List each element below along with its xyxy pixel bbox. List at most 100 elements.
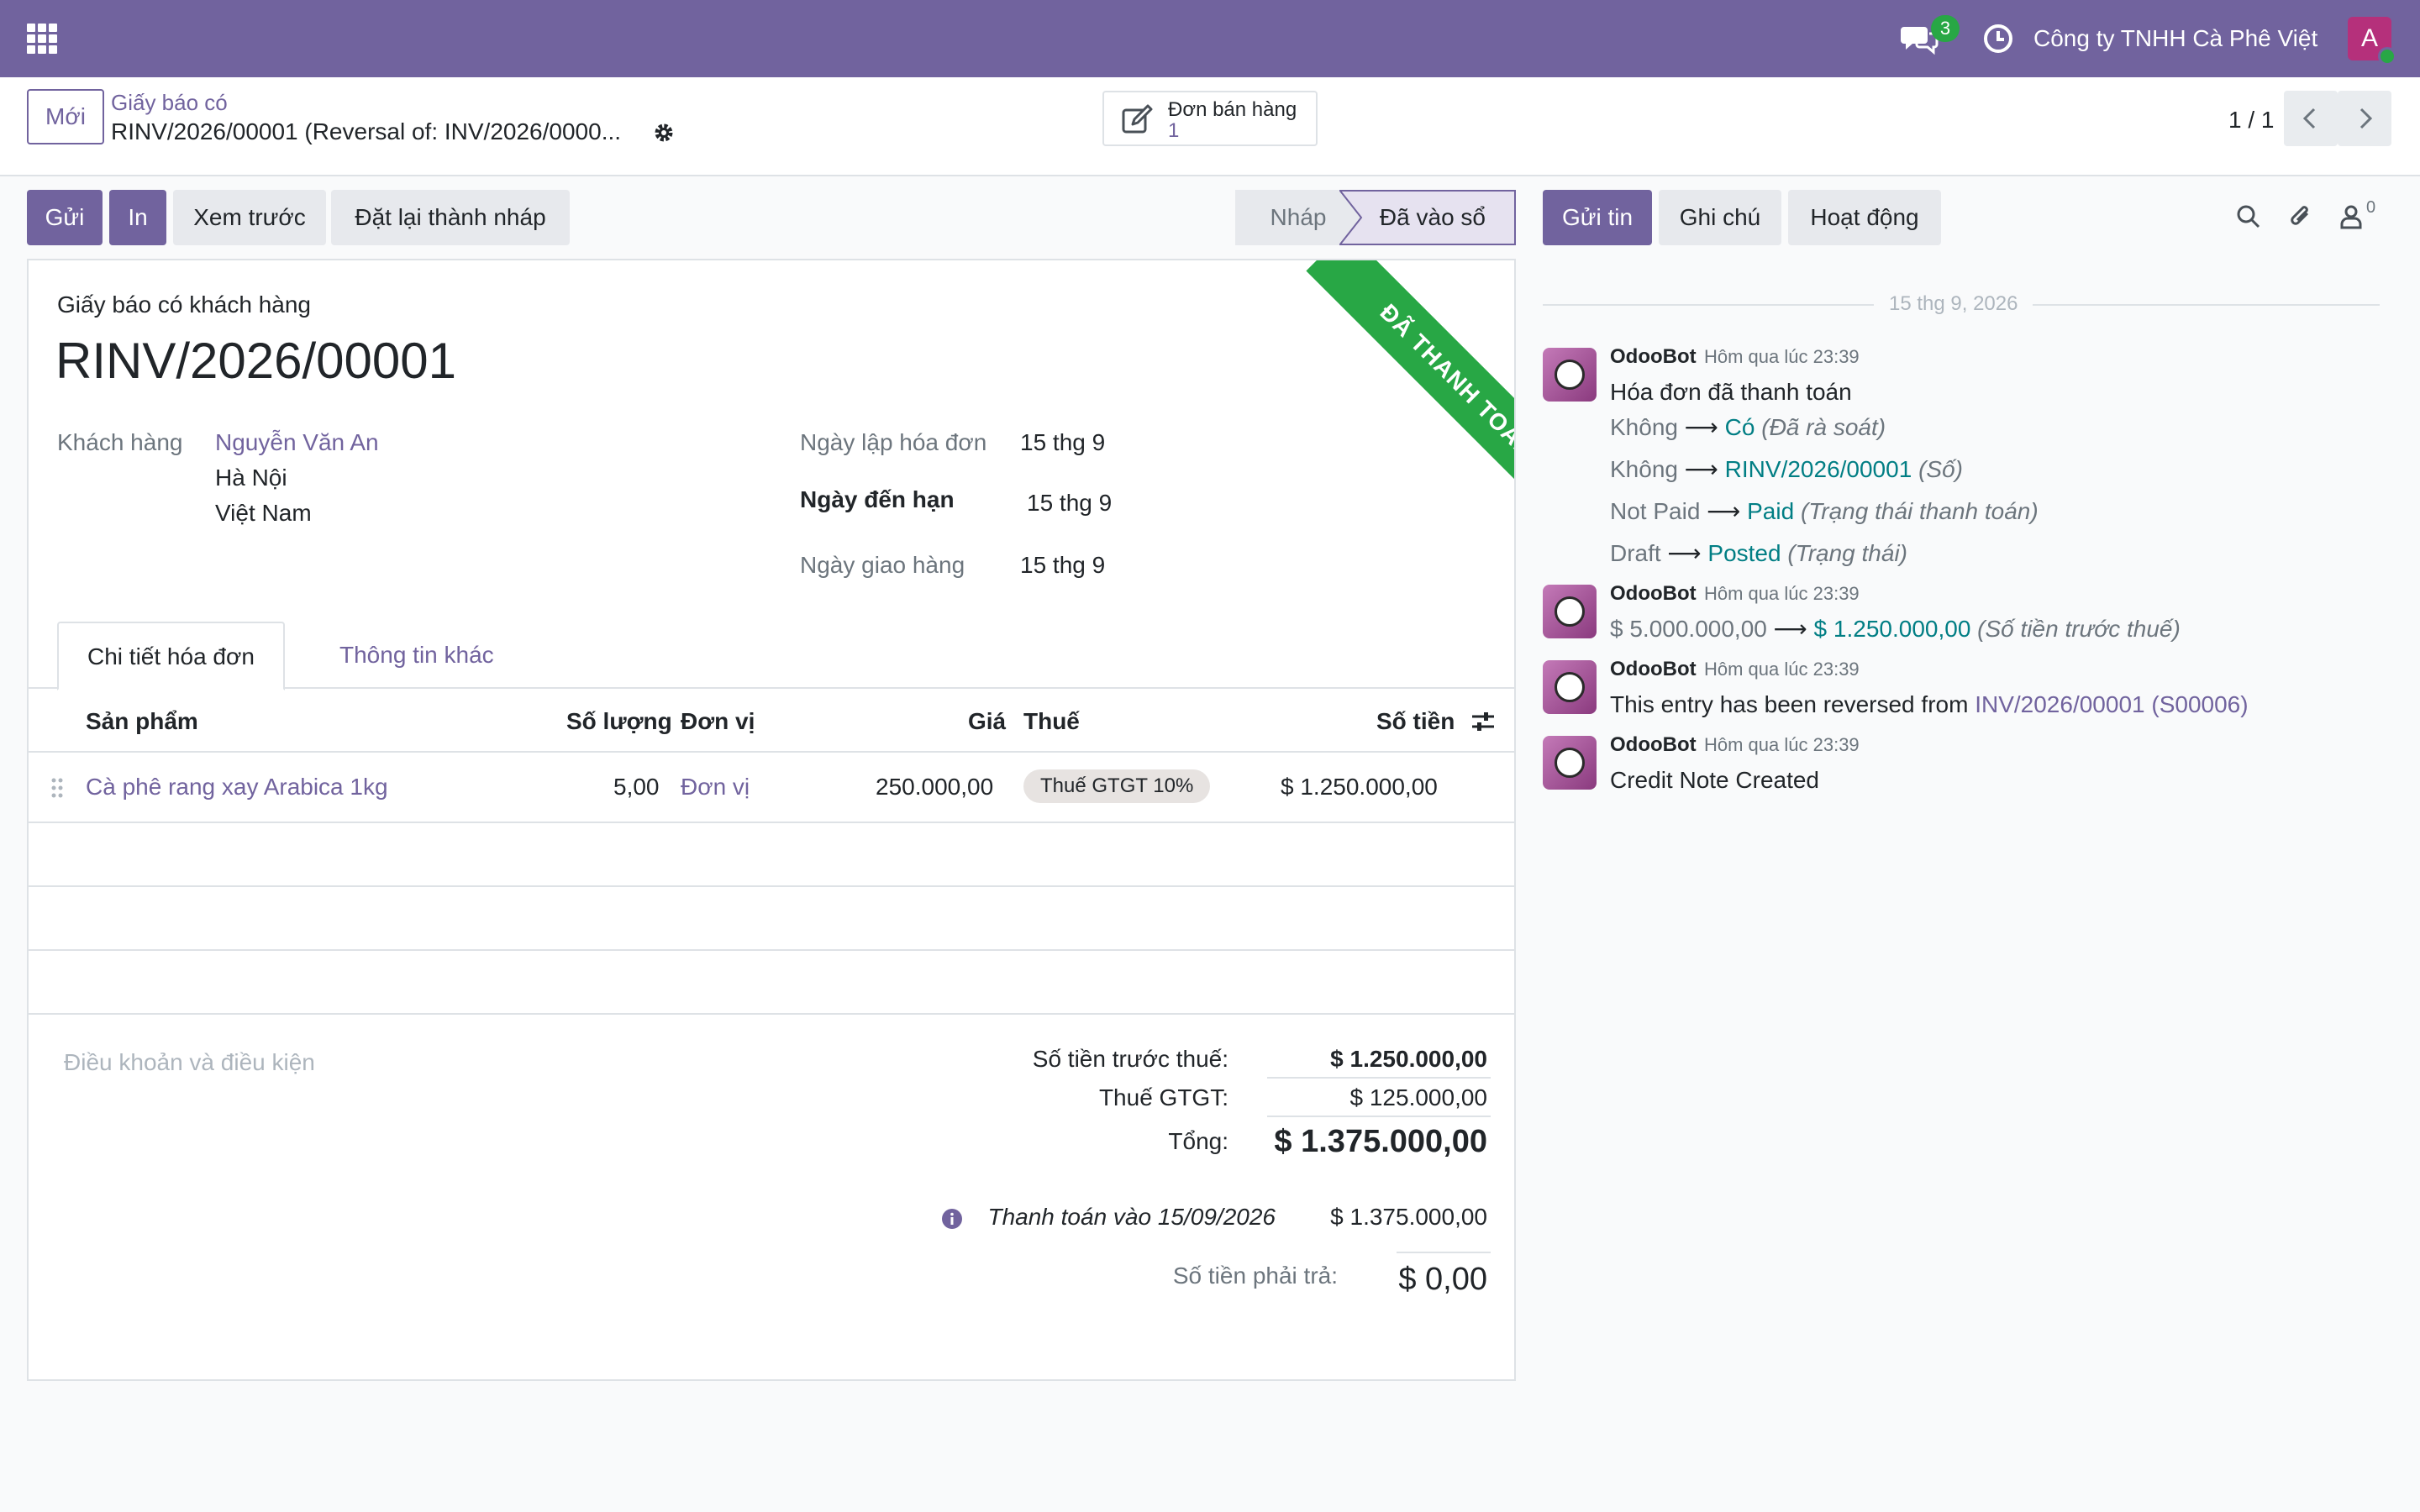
column-price[interactable]: Giá <box>968 707 1006 736</box>
invoice-form-sheet: ĐÃ THANH TOÁN Giấy báo có khách hàng RIN… <box>27 259 1516 1381</box>
paid-ribbon: ĐÃ THANH TOÁN <box>1262 260 1514 512</box>
old-value: Không <box>1610 414 1678 440</box>
chevron-right-icon <box>2360 108 2373 129</box>
odoobot-avatar[interactable] <box>1543 585 1597 638</box>
attachment-icon[interactable] <box>2286 202 2316 232</box>
message-author[interactable]: OdooBot <box>1610 732 1697 758</box>
tracking-change: $ 5.000.000,00 ⟶ $ 1.250.000,00 (Số tiền… <box>1610 615 2181 643</box>
line-price[interactable]: 250.000,00 <box>876 773 993 801</box>
invoice-date-field[interactable]: 15 thg 9 <box>1020 428 1105 457</box>
company-switcher[interactable]: Công ty TNHH Cà Phê Việt <box>2033 24 2317 54</box>
new-value: Paid <box>1747 498 1795 524</box>
gear-icon[interactable] <box>652 121 676 144</box>
customer-label: Khách hàng <box>57 429 183 455</box>
vat-label: Thuế GTGT: <box>1098 1084 1228 1110</box>
field-name: (Đã rà soát) <box>1761 414 1886 440</box>
new-value: RINV/2026/00001 <box>1724 456 1912 482</box>
untaxed-amount-value: $ 1.250.000,00 <box>1330 1046 1487 1072</box>
pager-next-button[interactable] <box>2338 91 2391 146</box>
field-name: (Trạng thái) <box>1787 540 1907 566</box>
new-value: $ 1.250.000,00 <box>1813 616 1971 642</box>
totals-divider <box>1267 1077 1491 1079</box>
message-author[interactable]: OdooBot <box>1610 657 1697 682</box>
column-amount[interactable]: Số tiền <box>1376 707 1455 736</box>
activities-button[interactable]: Hoạt động <box>1788 190 1941 245</box>
line-uom[interactable]: Đơn vị <box>681 773 750 801</box>
control-panel: Mới Giấy báo có RINV/2026/00001 (Reversa… <box>0 77 2420 176</box>
new-button[interactable]: Mới <box>27 89 104 144</box>
column-product[interactable]: Sản phẩm <box>86 707 198 736</box>
amount-due-label: Số tiền phải trả: <box>1172 1263 1338 1289</box>
odoobot-avatar[interactable] <box>1543 660 1597 714</box>
header-divider <box>29 751 1514 753</box>
top-navbar: 3 Công ty TNHH Cà Phê Việt A <box>0 0 2420 77</box>
column-uom[interactable]: Đơn vị <box>681 707 755 736</box>
pager-value[interactable]: 1 / 1 <box>2228 106 2274 134</box>
user-avatar[interactable]: A <box>2348 17 2396 66</box>
amount-due-value: $ 0,00 <box>1398 1262 1487 1297</box>
breadcrumb-parent[interactable]: Giấy báo có <box>111 89 228 116</box>
send-message-button[interactable]: Gửi tin <box>1543 190 1652 245</box>
reset-to-draft-button[interactable]: Đặt lại thành nháp <box>331 190 570 245</box>
reversal-origin-link[interactable]: INV/2026/00001 (S00006) <box>1975 691 2248 717</box>
row-divider <box>29 822 1514 823</box>
tab-invoice-lines[interactable]: Chi tiết hóa đơn <box>57 622 285 690</box>
total-value: $ 1.375.000,00 <box>1274 1124 1487 1159</box>
due-date-label: Ngày đến hạn <box>800 486 955 512</box>
preview-button[interactable]: Xem trước <box>173 190 326 245</box>
pager-previous-button[interactable] <box>2284 91 2338 146</box>
total-label: Tổng: <box>1168 1128 1228 1154</box>
print-button[interactable]: In <box>109 190 166 245</box>
column-tax[interactable]: Thuế <box>1023 707 1080 736</box>
row-divider <box>29 1013 1514 1015</box>
new-value: Posted <box>1707 540 1781 566</box>
message-author[interactable]: OdooBot <box>1610 344 1697 370</box>
message-time: Hôm qua lúc 23:39 <box>1704 346 1860 367</box>
smart-button-count: 1 <box>1168 119 1180 142</box>
customer-city: Hà Nội <box>215 465 287 491</box>
tab-other-info[interactable]: Thông tin khác <box>311 622 523 689</box>
old-value: Draft <box>1610 540 1661 566</box>
user-initial: A <box>2360 24 2378 52</box>
arrow-right-icon: ⟶ <box>1684 456 1725 482</box>
sale-order-smart-button[interactable]: Đơn bán hàng 1 <box>1102 91 1318 146</box>
line-tax-tag[interactable]: Thuế GTGT 10% <box>1023 769 1211 803</box>
follower-count: 0 <box>2366 198 2376 217</box>
message-text: This entry has been reversed from INV/20… <box>1610 690 2249 719</box>
tracking-change: Not Paid ⟶ Paid (Trạng thái thanh toán) <box>1610 497 2039 526</box>
form-tabs: Chi tiết hóa đơn Thông tin khác <box>29 622 1514 690</box>
date-separator: 15 thg 9, 2026 <box>1874 291 2033 318</box>
message-author[interactable]: OdooBot <box>1610 581 1697 606</box>
terms-and-conditions-field[interactable]: Điều khoản và điều kiện <box>64 1048 315 1077</box>
old-value: $ 5.000.000,00 <box>1610 616 1767 642</box>
document-type: Giấy báo có khách hàng <box>57 291 311 318</box>
optional-columns-icon[interactable] <box>1470 709 1496 734</box>
arrow-right-icon: ⟶ <box>1773 616 1814 642</box>
odoobot-avatar[interactable] <box>1543 736 1597 790</box>
app-menu-icon[interactable] <box>27 24 57 54</box>
activity-clock-icon[interactable] <box>1981 22 2015 55</box>
tracking-change: Không ⟶ Có (Đã rà soát) <box>1610 413 1886 442</box>
info-icon[interactable] <box>941 1208 963 1230</box>
due-date-field[interactable]: 15 thg 9 <box>1027 489 1112 517</box>
drag-handle-icon[interactable] <box>50 776 64 800</box>
untaxed-amount-label: Số tiền trước thuế: <box>1032 1046 1228 1072</box>
field-name: (Số) <box>1918 456 1963 482</box>
column-quantity[interactable]: Số lượng <box>566 707 672 736</box>
odoobot-avatar[interactable] <box>1543 348 1597 402</box>
delivery-date-field[interactable]: 15 thg 9 <box>1020 551 1105 580</box>
message-time: Hôm qua lúc 23:39 <box>1704 734 1860 755</box>
search-icon[interactable] <box>2233 202 2264 232</box>
paid-ribbon-label: ĐÃ THANH TOÁN <box>1306 260 1514 512</box>
arrow-right-icon: ⟶ <box>1684 414 1725 440</box>
line-product[interactable]: Cà phê rang xay Arabica 1kg <box>86 773 388 801</box>
customer-name[interactable]: Nguyễn Văn An <box>215 428 379 457</box>
send-button[interactable]: Gửi <box>27 190 103 245</box>
tracking-change: Không ⟶ RINV/2026/00001 (Số) <box>1610 455 1963 484</box>
customer-country: Việt Nam <box>215 500 312 526</box>
vat-value: $ 125.000,00 <box>1349 1084 1488 1110</box>
log-note-button[interactable]: Ghi chú <box>1659 190 1781 245</box>
followers-icon[interactable] <box>2336 202 2366 232</box>
row-divider <box>29 885 1514 887</box>
line-quantity[interactable]: 5,00 <box>613 773 660 801</box>
